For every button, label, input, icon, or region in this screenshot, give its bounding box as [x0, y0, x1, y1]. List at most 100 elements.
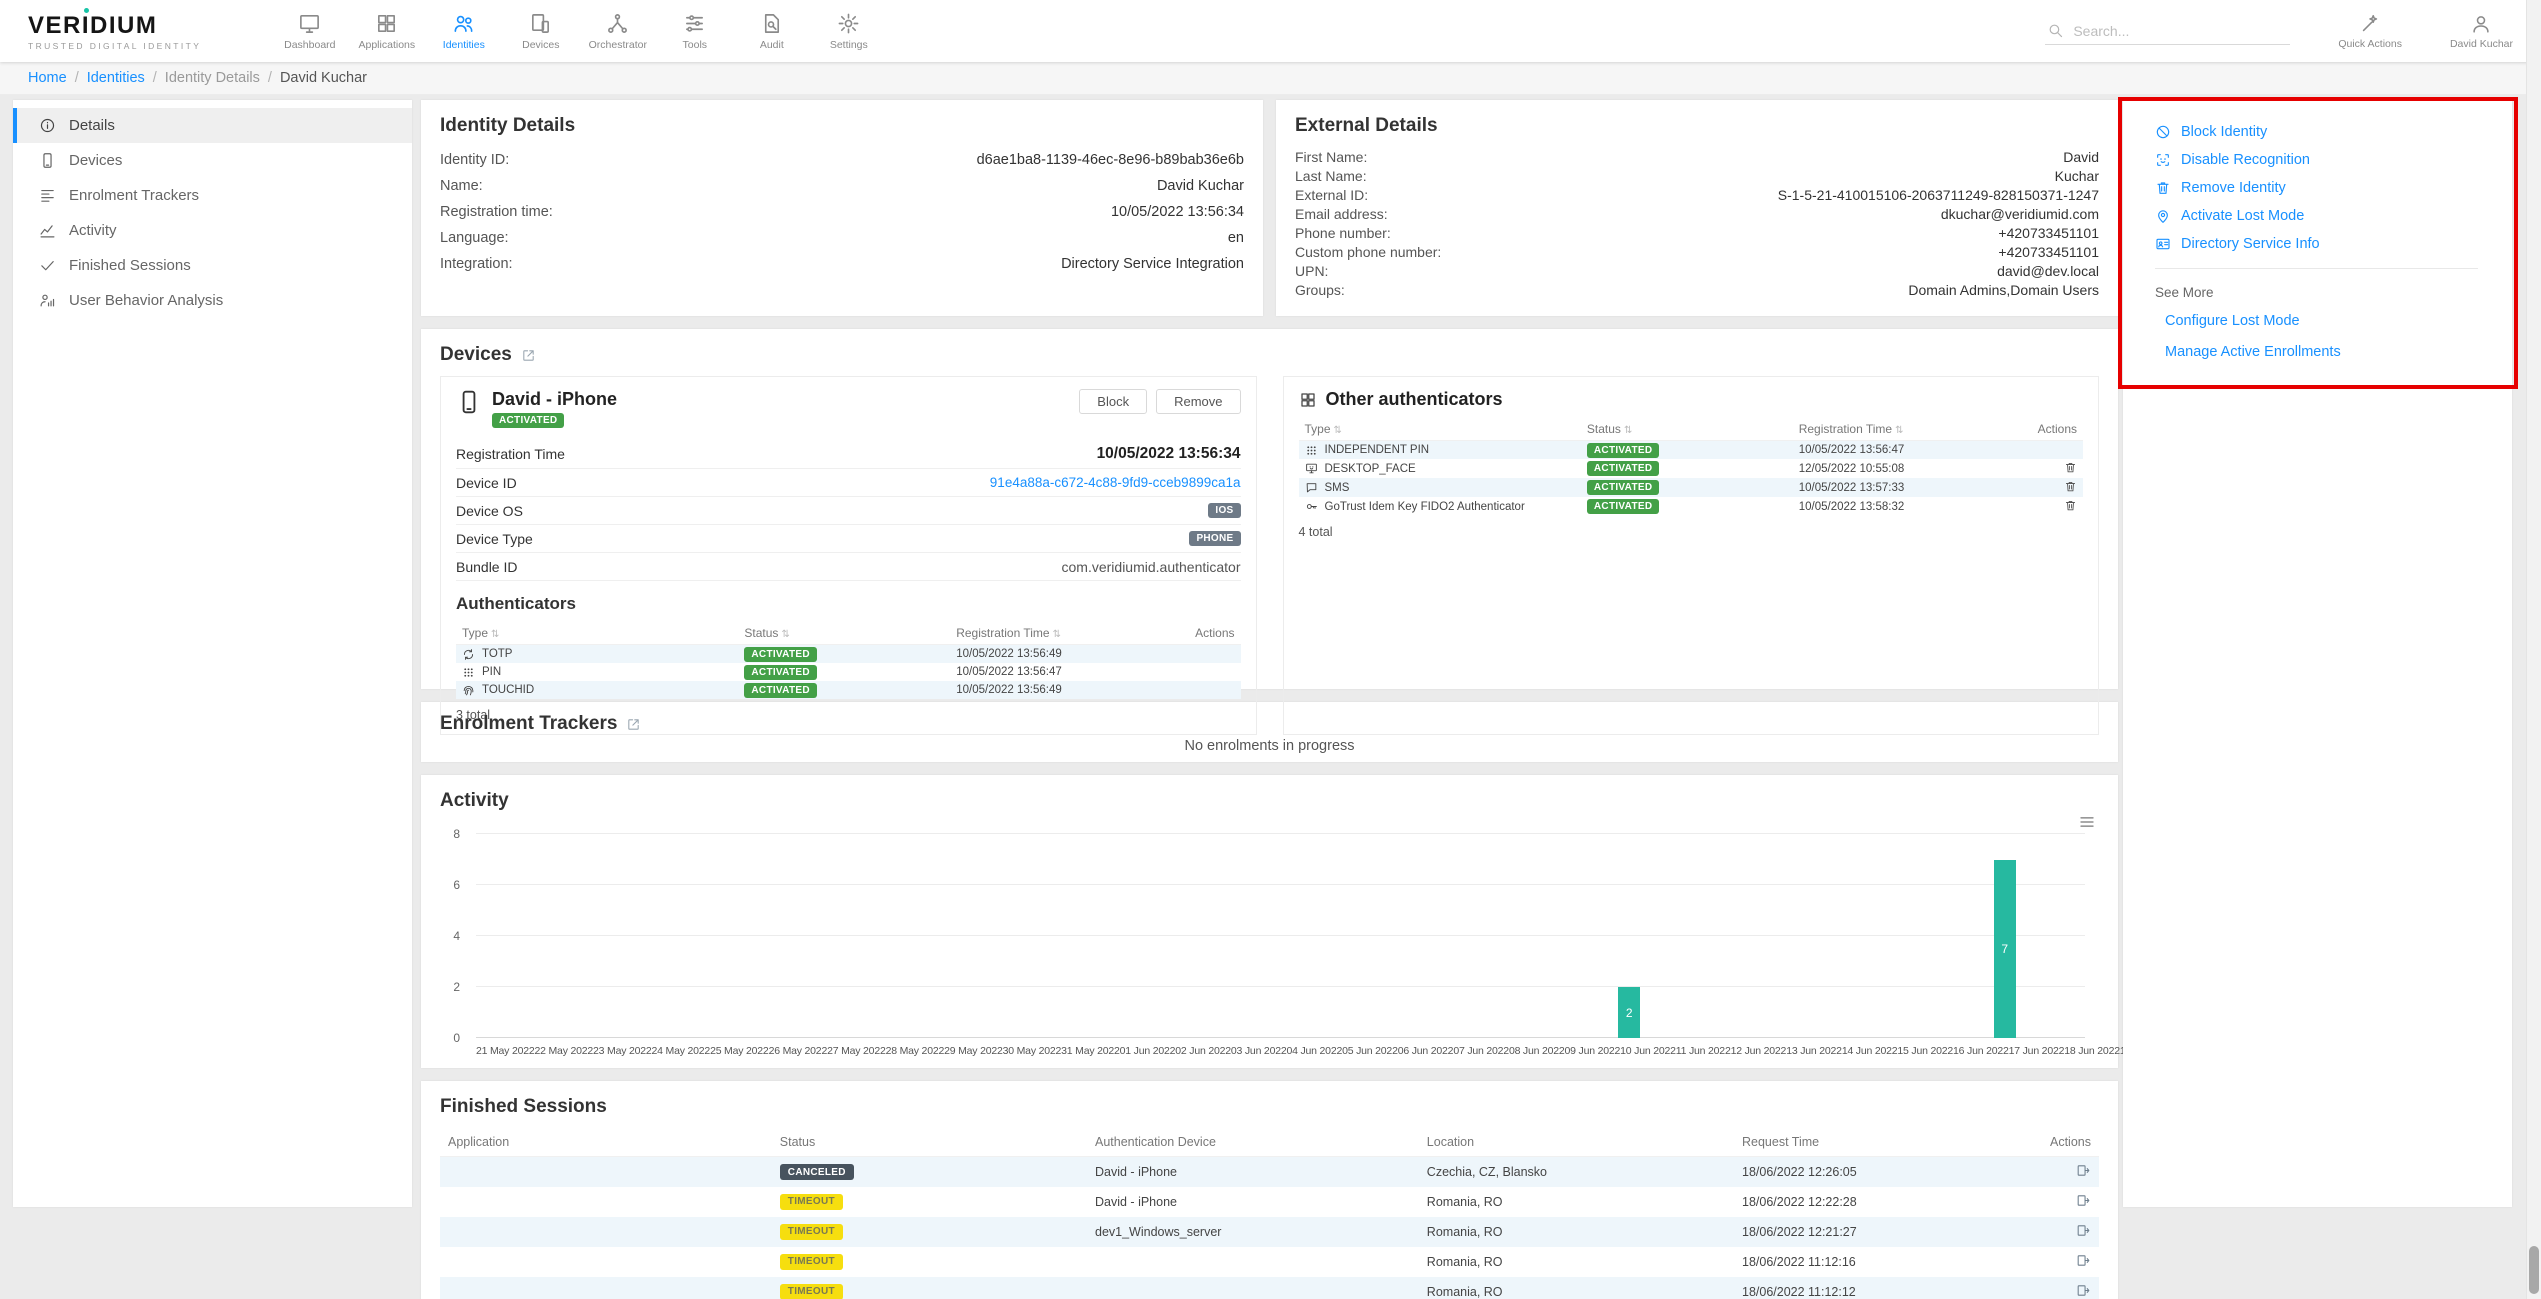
cell-type: DESKTOP_FACE: [1299, 459, 1581, 478]
cell-actions: [2016, 1217, 2099, 1247]
nav-item-label: Devices: [522, 39, 559, 51]
delete-authenticator-icon[interactable]: [2064, 480, 2077, 493]
quick-actions-button[interactable]: Quick Actions: [2338, 13, 2402, 50]
sort-icon[interactable]: ⇅: [1334, 425, 1342, 436]
cell-status: TIMEOUT: [772, 1217, 1087, 1247]
info-icon: [39, 117, 56, 134]
chart-menu-icon[interactable]: [2078, 813, 2096, 831]
pin-icon: [462, 666, 475, 679]
nav-item-audit[interactable]: Audit: [733, 0, 810, 62]
orchestrator-icon: [606, 12, 629, 35]
table-row: INDEPENDENT PINACTIVATED10/05/2022 13:56…: [1299, 441, 2084, 460]
action-directory-service-info[interactable]: Directory Service Info: [2155, 236, 2512, 252]
field-label: Integration:: [440, 256, 513, 272]
sort-icon[interactable]: ⇅: [491, 629, 499, 640]
device-field-bundle-id: Bundle IDcom.veridiumid.authenticator: [456, 553, 1241, 581]
nav-item-label: Orchestrator: [589, 39, 647, 51]
view-session-icon[interactable]: [2076, 1163, 2091, 1178]
column-header-status[interactable]: Status⇅: [738, 622, 950, 645]
breadcrumb-item-identities[interactable]: Identities: [87, 70, 145, 86]
session-row: TIMEOUTdev1_Windows_serverRomania, RO18/…: [440, 1217, 2099, 1247]
authenticator-type-label: SMS: [1325, 482, 1350, 494]
nav-item-applications[interactable]: Applications: [348, 0, 425, 62]
user-menu[interactable]: David Kuchar: [2450, 13, 2513, 50]
scrollbar-thumb[interactable]: [2529, 1246, 2539, 1294]
nav-item-orchestrator[interactable]: Orchestrator: [579, 0, 656, 62]
search-input[interactable]: [2073, 23, 2288, 39]
device-field-value: 10/05/2022 13:56:34: [1097, 445, 1241, 463]
cell-authentication-device: David - iPhone: [1087, 1187, 1419, 1217]
nav-item-devices[interactable]: Devices: [502, 0, 579, 62]
devices-icon: [529, 12, 552, 35]
device-id-link[interactable]: 91e4a88a-c672-4c88-9fd9-cceb9899ca1a: [990, 475, 1241, 490]
breadcrumb-item-home[interactable]: Home: [28, 70, 67, 86]
view-session-icon[interactable]: [2076, 1283, 2091, 1298]
cell-type: PIN: [456, 663, 738, 681]
column-header-status[interactable]: Status⇅: [1581, 418, 1793, 441]
field-row-email-address: Email address:dkuchar@veridiumid.com: [1295, 204, 2099, 223]
lost-mode-icon: [2155, 208, 2171, 224]
x-axis-label: 15 Jun 2022: [1897, 1045, 1953, 1057]
nav-item-settings[interactable]: Settings: [810, 0, 887, 62]
view-session-icon[interactable]: [2076, 1253, 2091, 1268]
field-label: Name:: [440, 178, 483, 194]
sidebar-item-details[interactable]: Details: [13, 108, 412, 143]
field-label: Registration time:: [440, 204, 553, 220]
view-session-icon[interactable]: [2076, 1193, 2091, 1208]
touchid-icon: [462, 684, 475, 697]
breadcrumb: Home/Identities/Identity Details/David K…: [0, 62, 2541, 95]
column-header-type[interactable]: Type⇅: [456, 622, 738, 645]
authenticator-type: INDEPENDENT PIN: [1305, 444, 1575, 457]
nav-item-tools[interactable]: Tools: [656, 0, 733, 62]
x-axis-label: 05 Jun 2022: [1342, 1045, 1398, 1057]
action-manage-active-enrollments[interactable]: Manage Active Enrollments: [2165, 344, 2341, 360]
activity-bar-18-jun-2022[interactable]: 7: [1994, 860, 2016, 1039]
sidebar-item-devices[interactable]: Devices: [13, 143, 412, 178]
cell-type: SMS: [1299, 478, 1581, 497]
view-session-icon[interactable]: [2076, 1223, 2091, 1238]
other-authenticators-table: Type⇅Status⇅Registration Time⇅ActionsIND…: [1299, 418, 2084, 516]
brand-logo[interactable]: VERIDIUM TRUSTED DIGITAL IDENTITY: [28, 12, 201, 51]
field-value: en: [1228, 230, 1244, 246]
expand-icon[interactable]: [521, 348, 536, 363]
delete-authenticator-icon[interactable]: [2064, 499, 2077, 512]
action-remove-identity[interactable]: Remove Identity: [2155, 180, 2512, 196]
field-row-integration: Integration:Directory Service Integratio…: [440, 251, 1244, 277]
user-name-label: David Kuchar: [2450, 38, 2513, 50]
x-axis-label: 14 Jun 2022: [1842, 1045, 1898, 1057]
nav-item-identities[interactable]: Identities: [425, 0, 502, 62]
sidebar-item-enrolment-trackers[interactable]: Enrolment Trackers: [13, 178, 412, 213]
action-configure-lost-mode[interactable]: Configure Lost Mode: [2165, 313, 2300, 329]
bar-value-label: 2: [1626, 1006, 1633, 1020]
sort-icon[interactable]: ⇅: [1053, 629, 1061, 640]
column-header-registration-time[interactable]: Registration Time⇅: [950, 622, 1178, 645]
expand-icon[interactable]: [626, 717, 641, 732]
column-header-registration-time[interactable]: Registration Time⇅: [1793, 418, 2021, 441]
table-row: PINACTIVATED10/05/2022 13:56:47: [456, 663, 1241, 681]
sort-icon[interactable]: ⇅: [1895, 425, 1903, 436]
sidebar-item-user-behavior-analysis[interactable]: User Behavior Analysis: [13, 283, 412, 318]
action-disable-recognition[interactable]: Disable Recognition: [2155, 152, 2512, 168]
chart-y-axis: 02468: [440, 834, 470, 1038]
column-header-type[interactable]: Type⇅: [1299, 418, 1581, 441]
cell-actions: [1178, 645, 1241, 664]
chart-category-cell: [1388, 834, 1442, 1038]
chart-category-cell: 7: [1978, 834, 2032, 1038]
remove-button[interactable]: Remove: [1156, 389, 1240, 414]
sidebar-item-label: Devices: [69, 152, 122, 169]
other-authenticators-panel: Other authenticators Type⇅Status⇅Registr…: [1283, 376, 2100, 735]
sidebar-item-finished-sessions[interactable]: Finished Sessions: [13, 248, 412, 283]
activity-bar-11-jun-2022[interactable]: 2: [1618, 987, 1640, 1038]
action-block-identity[interactable]: Block Identity: [2155, 124, 2512, 140]
sort-icon[interactable]: ⇅: [1624, 425, 1632, 436]
table-row: TOTPACTIVATED10/05/2022 13:56:49: [456, 645, 1241, 664]
block-button[interactable]: Block: [1079, 389, 1147, 414]
other-authenticators-title: Other authenticators: [1326, 389, 1503, 410]
sidebar-item-activity[interactable]: Activity: [13, 213, 412, 248]
see-more-label: See More: [2155, 285, 2512, 300]
action-activate-lost-mode[interactable]: Activate Lost Mode: [2155, 208, 2512, 224]
nav-item-dashboard[interactable]: Dashboard: [271, 0, 348, 62]
delete-authenticator-icon[interactable]: [2064, 461, 2077, 474]
page-scrollbar[interactable]: [2526, 0, 2541, 1299]
sort-icon[interactable]: ⇅: [781, 629, 789, 640]
